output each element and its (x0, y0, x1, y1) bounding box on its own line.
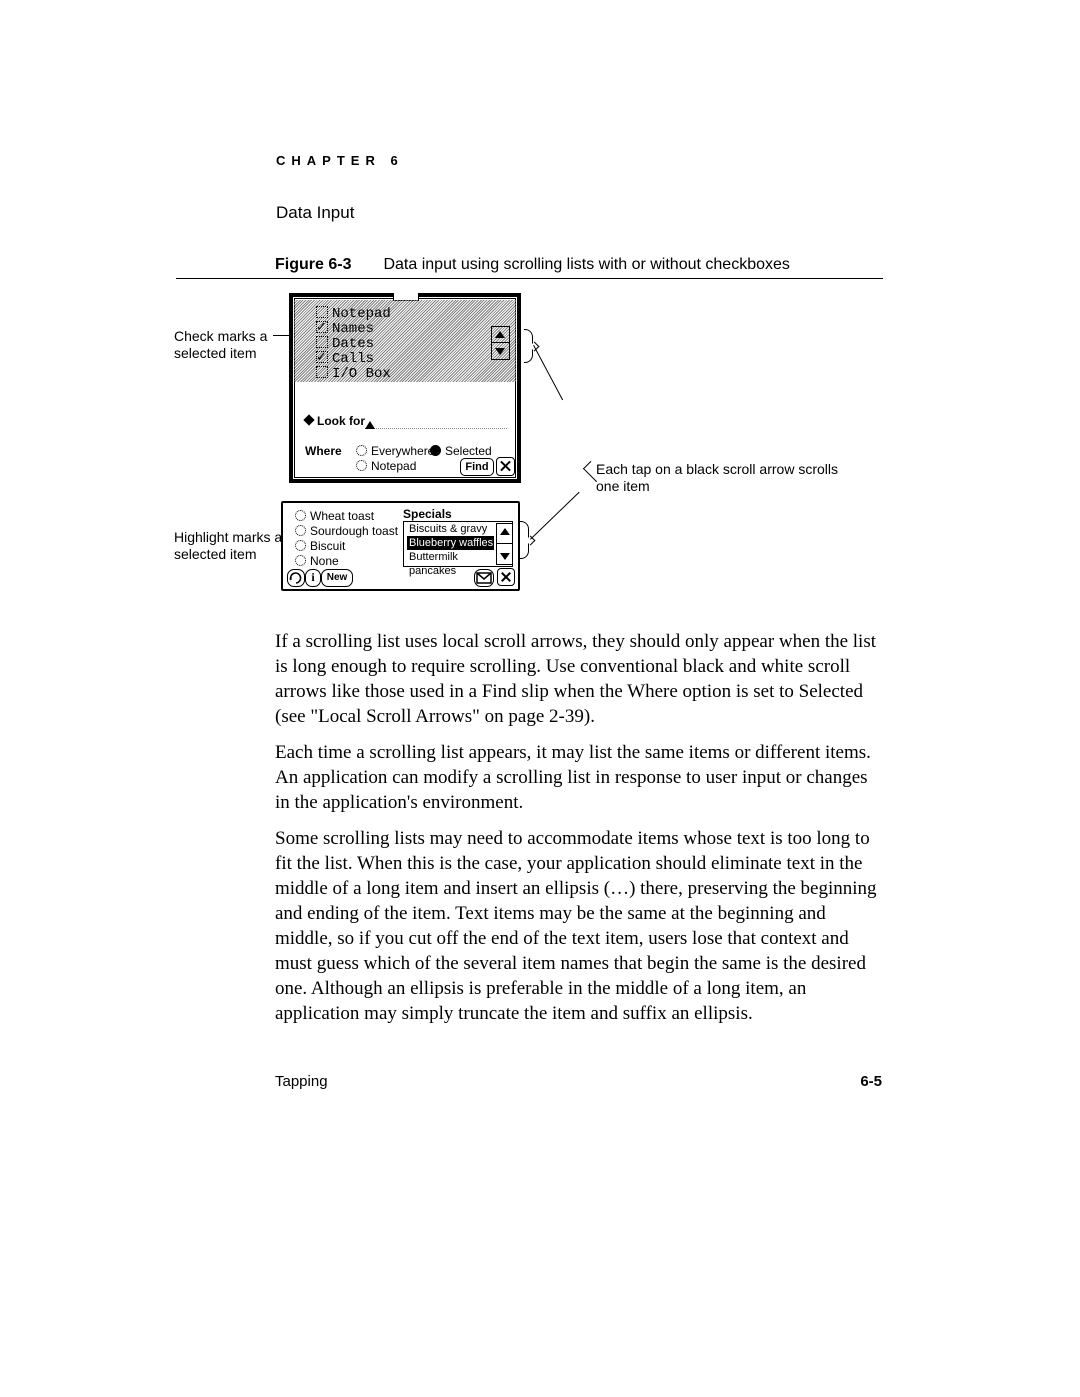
list-panel: Wheat toast Sourdough toast Biscuit None… (281, 501, 520, 591)
radio-icon (356, 445, 367, 456)
checkbox-checked-icon (316, 351, 328, 363)
specials-list: Biscuits & gravy Blueberry waffles Butte… (403, 521, 513, 567)
undo-button[interactable] (287, 569, 305, 587)
checkbox-icon (316, 336, 328, 348)
radio-icon (295, 510, 306, 521)
body-paragraph: Each time a scrolling list appears, it m… (275, 740, 880, 815)
page: CHAPTER 6 Data Input Figure 6-3 Data inpu… (0, 0, 1080, 1397)
figure-rule (176, 278, 883, 279)
checkbox-icon (316, 306, 328, 318)
find-button[interactable]: Find (460, 458, 494, 476)
radio-icon (356, 460, 367, 471)
footer-section: Tapping (275, 1073, 328, 1090)
checkbox-icon (316, 366, 328, 378)
checkbox-label: Dates (332, 336, 374, 352)
caret-up-icon[interactable] (365, 421, 375, 429)
checkbox-label: I/O Box (332, 366, 391, 382)
checkbox-names[interactable]: Names (316, 321, 374, 337)
where-label: Where (305, 444, 342, 458)
option-wheat-toast[interactable]: Wheat toast (295, 509, 374, 523)
radio-notepad[interactable]: Notepad (356, 459, 416, 473)
brace-icon (524, 329, 533, 363)
scroll-arrows[interactable] (491, 326, 510, 360)
radio-checked-icon (430, 445, 441, 456)
checkbox-calls[interactable]: Calls (316, 351, 374, 367)
figure-caption: Figure 6-3 Data input using scrolling lis… (275, 256, 790, 274)
radio-everywhere[interactable]: Everywhere (356, 444, 434, 458)
callout-line (530, 492, 580, 540)
close-button[interactable] (497, 568, 515, 586)
body-paragraph: Some scrolling lists may need to accommo… (275, 826, 880, 1026)
specials-title: Specials (403, 507, 452, 521)
body-paragraph: If a scrolling list uses local scroll ar… (275, 629, 880, 729)
checkbox-label: Calls (332, 351, 374, 367)
checkbox-checked-icon (316, 321, 328, 333)
option-biscuit[interactable]: Biscuit (295, 539, 345, 553)
checkbox-notepad[interactable]: Notepad (316, 306, 391, 322)
info-button[interactable]: i (305, 569, 321, 587)
scroll-arrows[interactable] (496, 523, 513, 565)
radio-icon (295, 555, 306, 566)
specials-item[interactable]: Biscuits & gravy (407, 522, 494, 536)
find-slip-panel: Notepad Names Dates Calls I/O Box Look f… (289, 293, 521, 483)
envelope-button[interactable] (474, 569, 494, 587)
chapter-label: CHAPTER 6 (276, 153, 404, 168)
lookfor-picker[interactable]: Look for (305, 414, 365, 428)
input-line[interactable] (365, 428, 507, 429)
new-button[interactable]: New (321, 569, 353, 587)
checkbox-iobox[interactable]: I/O Box (316, 366, 391, 382)
figure-number: Figure 6-3 (275, 256, 351, 273)
callout-highlight: Highlight marks a selected item (174, 529, 289, 563)
specials-item-selected[interactable]: Blueberry waffles (407, 536, 494, 550)
checkbox-label: Names (332, 321, 374, 337)
radio-selected[interactable]: Selected (430, 444, 492, 458)
callout-checkmarks: Check marks a selected item (174, 328, 279, 362)
option-none[interactable]: None (295, 554, 339, 568)
diamond-icon (303, 414, 314, 425)
callout-line (533, 345, 563, 400)
close-button[interactable] (496, 457, 515, 476)
page-number: 6-5 (860, 1073, 882, 1090)
callout-scrollhint: Each tap on a black scroll arrow scrolls… (596, 461, 851, 495)
section-title: Data Input (276, 203, 354, 223)
specials-item[interactable]: Buttermilk pancakes (407, 550, 494, 564)
radio-icon (295, 540, 306, 551)
checkbox-label: Notepad (332, 306, 391, 322)
radio-icon (295, 525, 306, 536)
figure-caption-text: Data input using scrolling lists with or… (383, 256, 789, 273)
option-sourdough[interactable]: Sourdough toast (295, 524, 398, 538)
brace-icon (520, 521, 529, 559)
